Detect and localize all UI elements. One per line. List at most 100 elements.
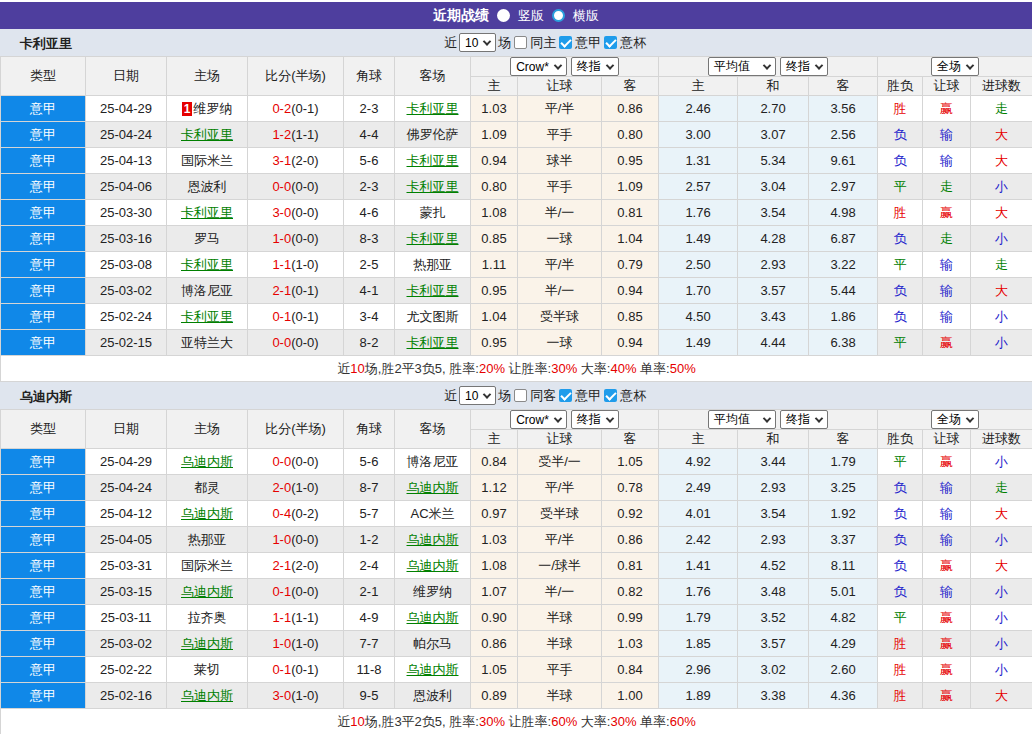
league-cell: 意甲 — [1, 449, 86, 475]
final-odds-select-2[interactable]: 终指 — [780, 410, 828, 429]
home-team-cell[interactable]: 乌迪内斯 — [167, 579, 248, 605]
handicap-result-cell: 赢 — [923, 449, 971, 475]
match-count-select[interactable]: 10 — [459, 386, 496, 405]
near-label: 近 — [444, 387, 457, 405]
league-cell: 意甲 — [1, 278, 86, 304]
handicap-result-cell: 输 — [923, 278, 971, 304]
home-team-cell[interactable]: 卡利亚里 — [167, 304, 248, 330]
away-team-cell[interactable]: 卡利亚里 — [395, 174, 471, 200]
matches-table: 类型 日期 主场 比分(半场) 角球 客场 Crow* 终指 平均值 终指 — [0, 409, 1032, 734]
goals-result-cell: 小 — [971, 527, 1032, 553]
score-cell: 1-0(0-0) — [248, 527, 344, 553]
scope-select[interactable]: 全场 — [931, 57, 979, 76]
date-cell: 25-02-16 — [86, 683, 167, 709]
away-team-cell[interactable]: 乌迪内斯 — [395, 553, 471, 579]
league-filter-label: 意甲 — [575, 34, 601, 52]
crow-away-odds-cell: 1.00 — [602, 683, 659, 709]
column-header-away: 客场 — [395, 410, 471, 449]
final-odds-select-2[interactable]: 终指 — [780, 57, 828, 76]
column-header-type: 类型 — [1, 410, 86, 449]
cup-checkbox[interactable] — [604, 36, 617, 49]
result-cell: 胜 — [878, 200, 923, 226]
match-row: 意甲 25-04-06 恩波利 0-0(0-0) 2-3 卡利亚里 0.80 平… — [1, 174, 1032, 200]
handicap-cell: 一/球半 — [518, 553, 602, 579]
home-team-cell[interactable]: 乌迪内斯 — [167, 501, 248, 527]
chevron-down-icon — [763, 61, 771, 69]
average-select[interactable]: 平均值 — [708, 57, 776, 76]
away-team-cell[interactable]: 卡利亚里 — [395, 278, 471, 304]
home-team-cell: 热那亚 — [167, 527, 248, 553]
score-cell: 3-0(0-0) — [248, 200, 344, 226]
column-header-date: 日期 — [86, 57, 167, 96]
vertical-layout-radio[interactable] — [497, 9, 510, 22]
league-filter-label: 意甲 — [575, 387, 601, 405]
handicap-cell: 平/半 — [518, 527, 602, 553]
crow-home-odds-cell: 0.89 — [471, 683, 518, 709]
avg-home-odds-cell: 2.42 — [659, 527, 738, 553]
home-team-cell[interactable]: 乌迪内斯 — [167, 683, 248, 709]
away-team-cell[interactable]: 乌迪内斯 — [395, 605, 471, 631]
goals-result-cell: 大 — [971, 148, 1032, 174]
home-team-cell[interactable]: 乌迪内斯 — [167, 631, 248, 657]
avg-away-odds-cell: 6.87 — [809, 226, 878, 252]
home-team-cell[interactable]: 卡利亚里 — [167, 252, 248, 278]
handicap-cell: 一球 — [518, 330, 602, 356]
column-header-avg-away: 客 — [809, 77, 878, 96]
bookmaker-select[interactable]: Crow* — [510, 410, 567, 429]
score-cell: 0-0(0-0) — [248, 449, 344, 475]
league-checkbox[interactable] — [559, 389, 572, 402]
bookmaker-select[interactable]: Crow* — [510, 57, 567, 76]
away-team-cell[interactable]: 卡利亚里 — [395, 96, 471, 122]
vertical-layout-label[interactable]: 竖版 — [518, 7, 544, 25]
average-select[interactable]: 平均值 — [708, 410, 776, 429]
score-cell: 0-0(0-0) — [248, 174, 344, 200]
column-header-away: 客场 — [395, 57, 471, 96]
crow-home-odds-cell: 1.11 — [471, 252, 518, 278]
away-team-cell[interactable]: 乌迪内斯 — [395, 475, 471, 501]
scope-select[interactable]: 全场 — [931, 410, 979, 429]
final-odds-select[interactable]: 终指 — [571, 57, 619, 76]
avg-home-odds-cell: 1.70 — [659, 278, 738, 304]
crow-home-odds-cell: 1.08 — [471, 200, 518, 226]
home-team-cell: 亚特兰大 — [167, 330, 248, 356]
score-cell: 0-2(0-1) — [248, 96, 344, 122]
home-team-cell[interactable]: 卡利亚里 — [167, 200, 248, 226]
result-cell: 负 — [878, 278, 923, 304]
handicap-cell: 半/一 — [518, 278, 602, 304]
handicap-result-cell: 输 — [923, 304, 971, 330]
handicap-cell: 平/半 — [518, 252, 602, 278]
away-team-cell[interactable]: 卡利亚里 — [395, 226, 471, 252]
away-team-cell[interactable]: 卡利亚里 — [395, 148, 471, 174]
home-team-cell[interactable]: 卡利亚里 — [167, 122, 248, 148]
crow-home-odds-cell: 1.12 — [471, 475, 518, 501]
handicap-result-cell: 赢 — [923, 683, 971, 709]
summary-row: 近10场,胜2平3负5, 胜率:20% 让胜率:30% 大率:40% 单率:50… — [1, 356, 1032, 382]
same-venue-checkbox[interactable] — [514, 389, 527, 402]
column-header-home: 主场 — [167, 410, 248, 449]
crow-away-odds-cell: 0.80 — [602, 122, 659, 148]
final-odds-select[interactable]: 终指 — [571, 410, 619, 429]
avg-home-odds-cell: 3.00 — [659, 122, 738, 148]
home-team-cell[interactable]: 乌迪内斯 — [167, 449, 248, 475]
cup-checkbox[interactable] — [604, 389, 617, 402]
crow-home-odds-cell: 0.86 — [471, 631, 518, 657]
league-checkbox[interactable] — [559, 36, 572, 49]
handicap-result-cell: 赢 — [923, 631, 971, 657]
chevron-down-icon — [606, 61, 614, 69]
away-team-cell: 蒙扎 — [395, 200, 471, 226]
score-cell: 0-1(0-1) — [248, 657, 344, 683]
match-count-select[interactable]: 10 — [459, 33, 496, 52]
handicap-result-cell: 走 — [923, 174, 971, 200]
date-cell: 25-03-15 — [86, 579, 167, 605]
away-team-cell[interactable]: 乌迪内斯 — [395, 657, 471, 683]
away-team-cell[interactable]: 卡利亚里 — [395, 330, 471, 356]
avg-away-odds-cell: 2.56 — [809, 122, 878, 148]
horizontal-layout-label[interactable]: 横版 — [573, 7, 599, 25]
crow-home-odds-cell: 0.84 — [471, 449, 518, 475]
away-team-cell[interactable]: 乌迪内斯 — [395, 527, 471, 553]
horizontal-layout-radio[interactable] — [552, 9, 565, 22]
handicap-result-cell: 赢 — [923, 657, 971, 683]
same-venue-checkbox[interactable] — [514, 36, 527, 49]
avg-away-odds-cell: 1.92 — [809, 501, 878, 527]
crow-away-odds-cell: 0.86 — [602, 96, 659, 122]
